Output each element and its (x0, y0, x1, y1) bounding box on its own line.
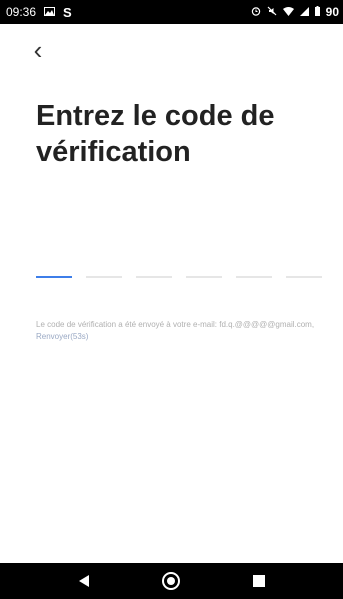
battery-icon (314, 5, 320, 19)
image-icon (44, 5, 56, 19)
active-underline (36, 276, 72, 278)
code-digit-4[interactable] (186, 262, 222, 278)
navigation-bar (0, 563, 343, 599)
resend-link[interactable]: Renvoyer(53s) (36, 332, 88, 341)
code-digit-3[interactable] (136, 262, 172, 278)
status-right: 90 (251, 5, 339, 19)
chevron-left-icon: ‹ (33, 34, 43, 65)
page-title: Entrez le code de vérification (36, 100, 275, 168)
mute-icon (267, 5, 277, 19)
recents-square-icon (253, 575, 266, 587)
underline (136, 276, 172, 278)
underline (286, 276, 322, 278)
underline (86, 276, 122, 278)
nav-home-button[interactable] (156, 566, 186, 596)
code-digit-5[interactable] (236, 262, 272, 278)
wifi-icon (282, 5, 294, 19)
battery-percent: 90 (325, 5, 339, 19)
status-left: 09:36 S (6, 5, 72, 20)
status-time: 09:36 (6, 5, 37, 19)
back-triangle-icon (78, 575, 89, 587)
code-digit-6[interactable] (286, 262, 322, 278)
alarm-icon (251, 5, 261, 19)
nav-recents-button[interactable] (244, 566, 274, 596)
back-button[interactable]: ‹ (26, 34, 50, 65)
verification-hint: Le code de vérification a été envoyé à v… (36, 319, 336, 343)
underline (236, 276, 272, 278)
carrier-letter: S (63, 4, 72, 20)
hint-separator: , (311, 320, 315, 329)
hint-text: Le code de vérification a été envoyé à v… (36, 320, 220, 329)
underline (186, 276, 222, 278)
home-circle-icon (162, 572, 181, 590)
code-digit-1[interactable] (36, 262, 72, 278)
status-bar: 09:36 S 90 (0, 0, 343, 24)
nav-back-button[interactable] (69, 566, 99, 596)
verification-code-input[interactable] (36, 262, 336, 278)
hint-email: fd.q.@@@@@gmail.com (219, 320, 312, 329)
signal-icon (299, 5, 309, 19)
code-digit-2[interactable] (86, 262, 122, 278)
